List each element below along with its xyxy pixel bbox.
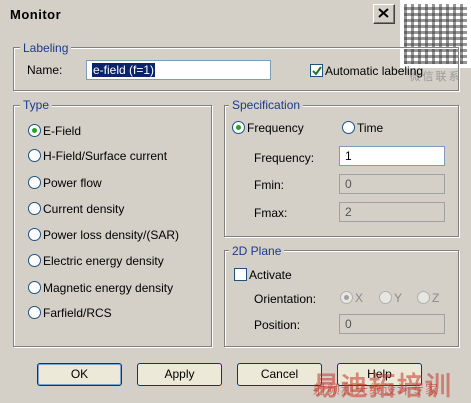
name-field[interactable]: e-field (f=1) [86, 60, 271, 80]
radio-h-field[interactable] [28, 149, 41, 162]
axis-x-label: X [355, 291, 364, 305]
radio-farfield-rcs[interactable] [28, 306, 41, 319]
radio-electric-energy-density[interactable] [28, 254, 41, 267]
name-label: Name: [27, 63, 63, 77]
activate-label: Activate [249, 268, 292, 282]
option-power-loss-density: Power loss density/(SAR) [43, 228, 180, 242]
radio-mode-frequency[interactable] [232, 121, 245, 134]
radio-power-flow[interactable] [28, 176, 41, 189]
radio-magnetic-energy-density[interactable] [28, 281, 41, 294]
option-h-field: H-Field/Surface current [43, 149, 168, 163]
option-farfield-rcs: Farfield/RCS [43, 306, 112, 320]
frequency-label: Frequency: [254, 151, 315, 165]
mode-time-label: Time [357, 121, 384, 135]
fmin-label: Fmin: [254, 178, 284, 192]
radio-axis-y[interactable] [379, 291, 392, 304]
plane2d-legend: 2D Plane [229, 244, 285, 258]
window-title: Monitor [10, 7, 62, 22]
cancel-button[interactable]: Cancel [237, 363, 322, 386]
radio-current-density[interactable] [28, 202, 41, 215]
automatic-labeling-label: Automatic labeling [325, 64, 424, 78]
axis-y-label: Y [394, 291, 403, 305]
fmin-field[interactable]: 0 [339, 174, 445, 194]
automatic-labeling-checkbox[interactable] [310, 64, 323, 77]
radio-mode-time[interactable] [342, 121, 355, 134]
ok-button[interactable]: OK [37, 363, 122, 386]
tagline-watermark: 射频和天线设计专家 [313, 382, 440, 397]
close-icon [378, 8, 389, 18]
radio-e-field[interactable] [28, 124, 41, 137]
option-power-flow: Power flow [43, 176, 102, 190]
check-icon [312, 66, 322, 76]
specification-legend: Specification [229, 98, 304, 112]
frequency-field[interactable]: 1 [339, 146, 445, 166]
mode-frequency-label: Frequency [247, 121, 304, 135]
apply-button[interactable]: Apply [137, 363, 222, 386]
close-button[interactable] [373, 4, 395, 24]
option-electric-energy-density: Electric energy density [43, 254, 164, 268]
option-e-field: E-Field [43, 124, 82, 138]
fmax-label: Fmax: [254, 206, 288, 220]
labeling-legend: Labeling [20, 41, 72, 55]
option-magnetic-energy-density: Magnetic energy density [43, 281, 174, 295]
option-current-density: Current density [43, 202, 125, 216]
radio-axis-z[interactable] [417, 291, 430, 304]
radio-power-loss-density[interactable] [28, 228, 41, 241]
activate-checkbox[interactable] [234, 268, 247, 281]
axis-z-label: Z [432, 291, 440, 305]
radio-axis-x[interactable] [340, 291, 353, 304]
position-field[interactable]: 0 [339, 314, 445, 334]
name-value: e-field (f=1) [92, 63, 156, 77]
type-legend: Type [20, 98, 53, 112]
orientation-label: Orientation: [254, 292, 317, 306]
fmax-field[interactable]: 2 [339, 202, 445, 222]
position-label: Position: [254, 318, 301, 332]
